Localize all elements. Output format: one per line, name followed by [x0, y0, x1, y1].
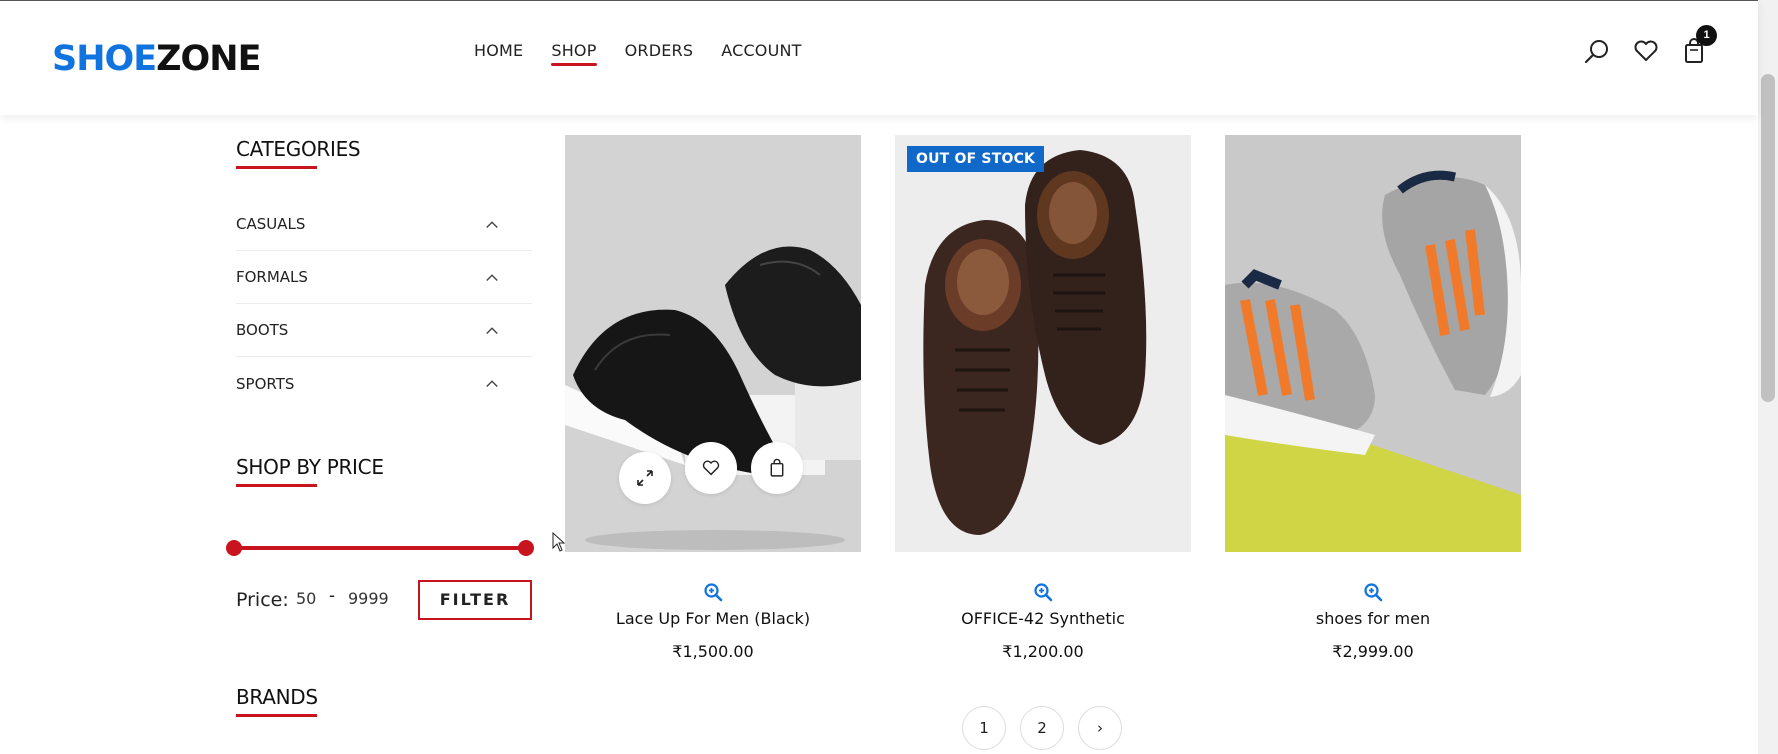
expand-icon	[637, 470, 653, 486]
price-min-input[interactable]	[296, 589, 344, 608]
brown-oxford-shoes-image	[895, 135, 1191, 552]
next-page-button[interactable]: ›	[1078, 706, 1122, 750]
scrollbar-thumb[interactable]	[1761, 74, 1775, 402]
search-icon[interactable]	[1583, 37, 1611, 65]
nav-shop[interactable]: SHOP	[551, 41, 597, 66]
price-max-input[interactable]	[348, 589, 396, 608]
slider-max-handle[interactable]	[518, 540, 534, 556]
page-2-button[interactable]: 2	[1020, 706, 1064, 750]
page-1-button[interactable]: 1	[962, 706, 1006, 750]
category-formals[interactable]: FORMALS	[236, 251, 532, 304]
slider-track[interactable]	[232, 546, 528, 550]
expand-button[interactable]	[619, 452, 671, 504]
category-list: CASUALS FORMALS BOOTS SPORTS	[236, 198, 532, 410]
zoom-in-icon[interactable]	[1363, 582, 1383, 602]
product-name[interactable]: Lace Up For Men (Black)	[565, 609, 861, 628]
cart-count-badge: 1	[1696, 25, 1717, 46]
product-name[interactable]: shoes for men	[1225, 609, 1521, 628]
zoom-in-icon[interactable]	[1033, 582, 1053, 602]
price-label: Price:	[236, 589, 289, 611]
category-label: SPORTS	[236, 374, 295, 393]
product-image[interactable]: OUT OF STOCK	[895, 135, 1191, 552]
logo-part-zone: ZONE	[156, 39, 261, 79]
add-to-wishlist-button[interactable]	[685, 442, 737, 494]
product-price: ₹2,999.00	[1332, 642, 1414, 661]
filter-button[interactable]: FILTER	[418, 580, 532, 620]
main-nav: HOME SHOP ORDERS ACCOUNT	[474, 41, 830, 66]
brands-title: BRANDS	[236, 685, 318, 717]
shopping-bag-icon	[770, 458, 784, 477]
price-range-slider[interactable]	[226, 538, 534, 558]
heart-icon[interactable]	[1632, 37, 1660, 65]
price-separator: -	[329, 585, 335, 605]
product-name[interactable]: OFFICE-42 Synthetic	[895, 609, 1191, 628]
zoom-in-icon[interactable]	[703, 582, 723, 602]
product-price: ₹1,500.00	[672, 642, 754, 661]
product-card[interactable]: Lace Up For Men (Black) ₹1,500.00	[565, 135, 861, 661]
logo-part-shoe: SHOE	[52, 39, 157, 79]
chevron-up-icon[interactable]	[482, 273, 502, 282]
categories-title: CATEGORIES	[236, 137, 361, 169]
vertical-scrollbar[interactable]	[1758, 0, 1778, 754]
sports-sneakers-image	[1225, 135, 1521, 552]
category-sports[interactable]: SPORTS	[236, 357, 532, 410]
nav-account[interactable]: ACCOUNT	[721, 41, 801, 66]
category-boots[interactable]: BOOTS	[236, 304, 532, 357]
product-image[interactable]	[1225, 135, 1521, 552]
chevron-up-icon[interactable]	[482, 220, 502, 229]
category-casuals[interactable]: CASUALS	[236, 198, 532, 251]
mouse-cursor-icon	[552, 532, 566, 552]
product-card[interactable]: OUT OF STOCK OFFICE-42 Synthetic ₹1,200.…	[895, 135, 1191, 661]
category-label: BOOTS	[236, 321, 289, 339]
product-actions	[619, 442, 803, 504]
chevron-up-icon[interactable]	[482, 379, 502, 388]
chevron-up-icon[interactable]	[482, 326, 502, 335]
heart-icon	[702, 460, 720, 476]
slider-min-handle[interactable]	[226, 540, 242, 556]
product-price: ₹1,200.00	[1002, 642, 1084, 661]
category-label: CASUALS	[236, 215, 306, 233]
product-image[interactable]	[565, 135, 861, 552]
nav-orders[interactable]: ORDERS	[625, 41, 694, 66]
out-of-stock-badge: OUT OF STOCK	[907, 146, 1045, 172]
site-logo[interactable]: SHOEZONE	[52, 39, 262, 79]
shop-page: SHOEZONE HOME SHOP ORDERS ACCOUNT 1 CATE…	[0, 0, 1778, 754]
site-header: SHOEZONE HOME SHOP ORDERS ACCOUNT 1	[0, 0, 1758, 115]
product-card[interactable]: shoes for men ₹2,999.00	[1225, 135, 1521, 661]
add-to-cart-button[interactable]	[751, 442, 803, 494]
nav-home[interactable]: HOME	[474, 41, 523, 66]
category-label: FORMALS	[236, 268, 308, 286]
shop-by-price-title: SHOP BY PRICE	[236, 455, 384, 487]
